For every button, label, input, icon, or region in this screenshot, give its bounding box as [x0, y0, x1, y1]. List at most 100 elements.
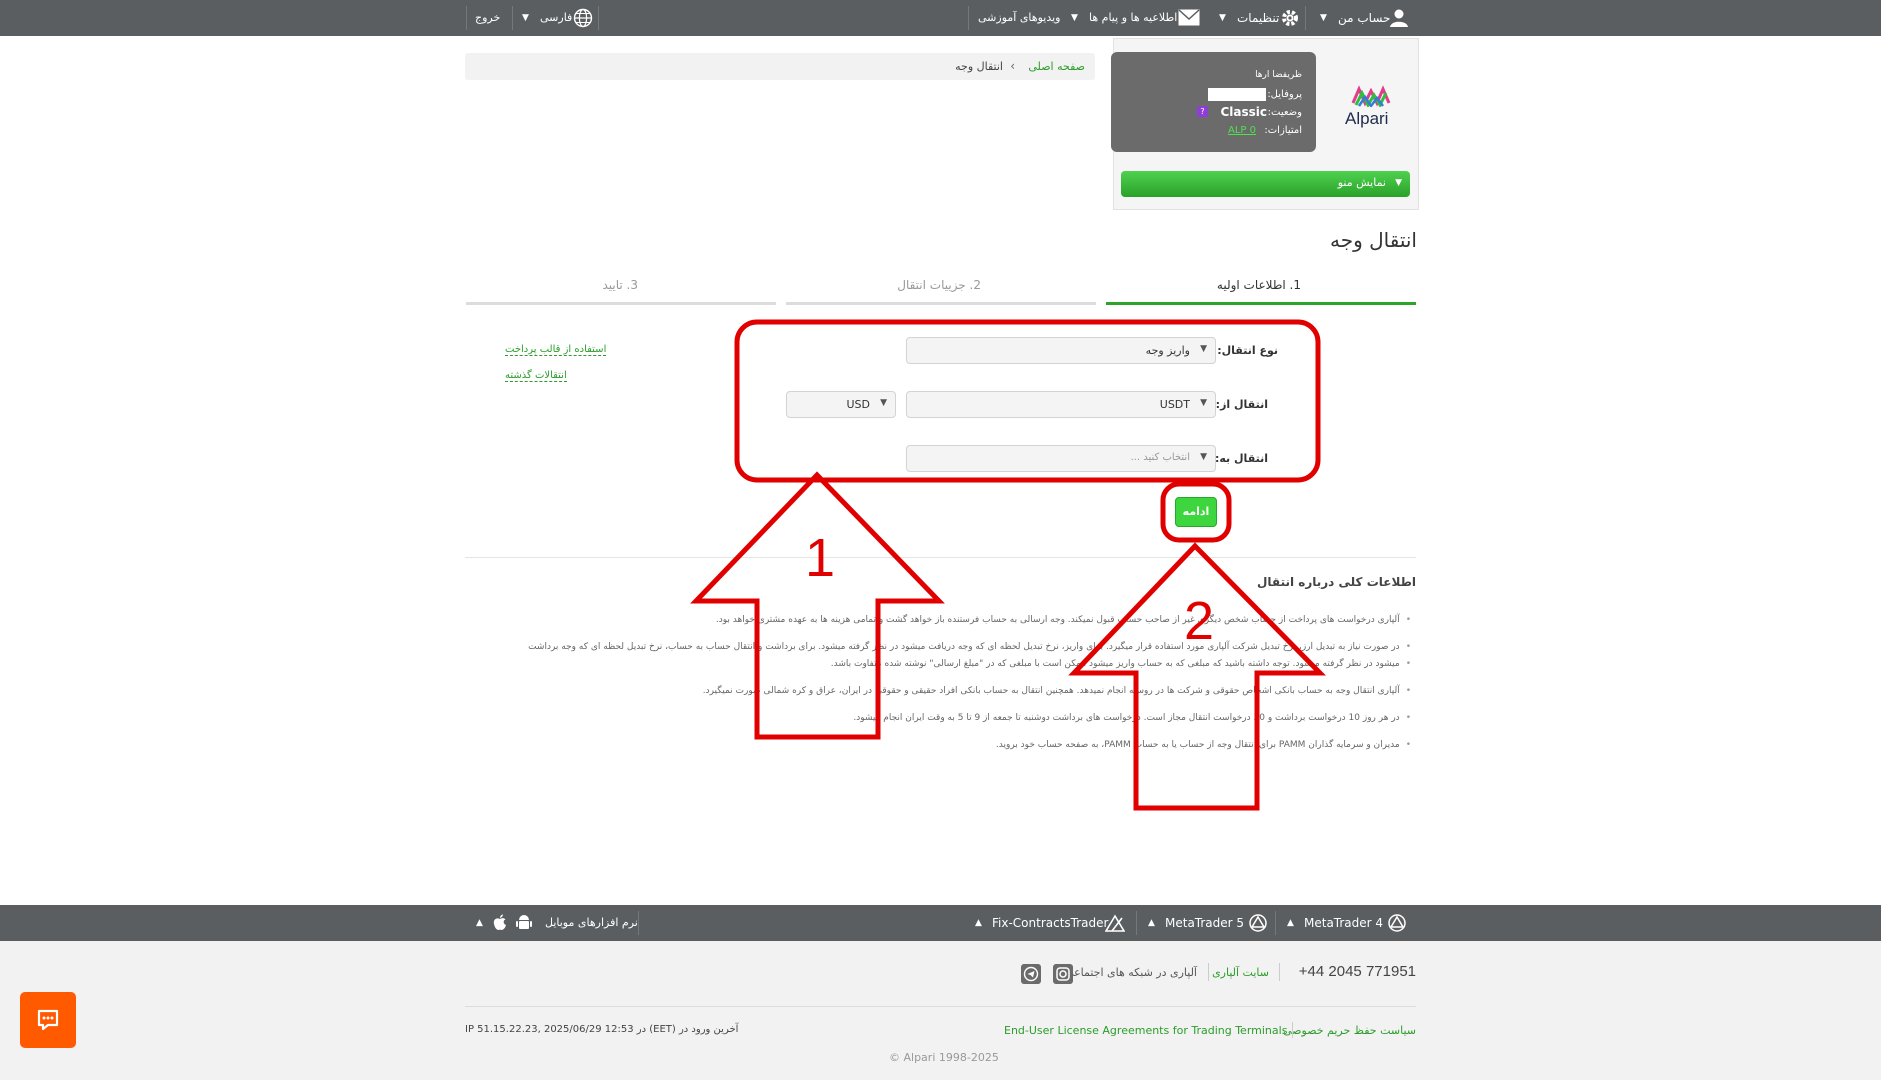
profile-info-box: ظریفضا ارها پروفایل: وضعیت: Classic ? ام… — [1111, 52, 1316, 152]
top-navigation-bar: حساب من ▼ تنظیمات ▼ اطلاعیه ها و پیام ها… — [0, 0, 1881, 36]
settings-menu[interactable]: تنظیمات — [1237, 0, 1279, 36]
currency-select[interactable]: USD ▼ — [786, 391, 896, 418]
footer-divider — [465, 1006, 1416, 1007]
points-label: امتیازات: — [1264, 125, 1302, 136]
page-title: انتقال وجه — [1329, 228, 1417, 252]
metatrader4-link[interactable]: MetaTrader 4 — [1304, 905, 1383, 941]
chat-icon — [36, 1008, 60, 1036]
step-1-indicator — [1106, 302, 1416, 305]
past-transfers-link[interactable]: انتقالات گذشته — [505, 370, 567, 382]
tutorial-videos-link[interactable]: ویدیوهای آموزشی — [978, 0, 1060, 36]
chevron-down-icon[interactable]: ▼ — [1071, 0, 1078, 36]
info-item: آلپاری انتقال وجه به حساب بانکی اشخاص حق… — [471, 683, 1411, 700]
annotation-number-1: 1 — [805, 528, 836, 588]
divider — [1208, 963, 1209, 981]
divider — [466, 6, 467, 30]
info-item-continuation: میشود در نظر گرفته میشود. توجه داشته باش… — [471, 656, 1411, 673]
globe-icon[interactable] — [573, 8, 593, 32]
points-value[interactable]: ALP 0 — [1228, 125, 1256, 136]
chevron-down-icon[interactable]: ▼ — [1219, 0, 1226, 36]
help-icon[interactable]: ? — [1197, 106, 1208, 117]
transfer-type-select[interactable]: واریز وجه ▼ — [906, 337, 1216, 364]
transfer-type-value: واریز وجه — [1145, 344, 1190, 357]
privacy-policy-link[interactable]: سیاست حفظ حریم خصوصی — [1283, 1024, 1416, 1037]
account-menu[interactable]: حساب من — [1338, 0, 1390, 36]
instagram-icon[interactable] — [1053, 964, 1073, 984]
show-menu-label: نمایش منو — [1337, 176, 1386, 189]
info-item: مدیران و سرمایه گذاران PAMM برای انتقال … — [471, 737, 1411, 754]
logout-link[interactable]: خروج — [475, 0, 500, 36]
mobile-apps-link[interactable]: نرم افزارهای موبایل — [545, 905, 638, 941]
divider — [598, 6, 599, 30]
use-payment-template-link[interactable]: استفاده از قالب پرداخت — [505, 344, 607, 356]
chevron-up-icon[interactable]: ▲ — [975, 905, 982, 941]
info-item: آلپاری درخواست های پرداخت از حساب شخص دی… — [471, 612, 1411, 629]
step-1-tab: 1. اطلاعات اولیه — [1216, 278, 1301, 292]
chevron-down-icon[interactable]: ▼ — [1320, 0, 1327, 36]
chevron-up-icon[interactable]: ▲ — [1287, 905, 1294, 941]
transfer-from-select[interactable]: USDT ▼ — [906, 391, 1216, 418]
info-section-title: اطلاعات کلی درباره انتقال — [1257, 575, 1416, 589]
metatrader5-icon[interactable] — [1248, 905, 1268, 941]
chevron-down-icon: ▼ — [880, 398, 887, 408]
transfer-to-placeholder: انتخاب کنید ... — [1130, 452, 1190, 463]
chevron-down-icon: ▼ — [1395, 178, 1402, 188]
apple-icon[interactable] — [492, 905, 508, 941]
chevron-up-icon[interactable]: ▲ — [476, 905, 483, 941]
continue-button[interactable]: ادامه — [1175, 497, 1217, 527]
breadcrumb-home-link[interactable]: صفحه اصلی — [1028, 60, 1085, 73]
user-icon[interactable] — [1389, 8, 1409, 32]
telegram-icon[interactable] — [1021, 964, 1041, 984]
fix-contracts-trader-link[interactable]: Fix-ContractsTrader — [992, 905, 1108, 941]
profile-label: پروفایل: — [1267, 89, 1302, 100]
section-divider — [465, 557, 1416, 558]
chevron-down-icon: ▼ — [1200, 452, 1207, 462]
metatrader4-icon[interactable] — [1387, 905, 1407, 941]
info-item: در صورت نیاز به تبدیل ارز، نرخ تبدیل شرک… — [471, 639, 1411, 656]
trading-platforms-bar: MetaTrader 4 ▲ MetaTrader 5 ▲ Fix-Contra… — [0, 905, 1881, 941]
chevron-up-icon[interactable]: ▲ — [1148, 905, 1155, 941]
language-selector[interactable]: فارسی — [540, 0, 572, 36]
social-networks-label: آلپاری در شبکه های اجتماعی — [1064, 966, 1197, 979]
chevron-down-icon: ▼ — [1200, 398, 1207, 408]
breadcrumb: صفحه اصلی › انتقال وجه — [465, 53, 1095, 80]
live-chat-button[interactable] — [20, 992, 76, 1048]
show-menu-button[interactable]: ▼ نمایش منو — [1121, 171, 1410, 197]
last-login-info: IP 51.15.22.23, 2025/06/29 در 12:53 (EET… — [465, 1024, 739, 1035]
status-value: Classic — [1220, 105, 1267, 119]
envelope-icon[interactable] — [1178, 9, 1200, 30]
transfer-from-value: USDT — [1159, 398, 1190, 411]
phone-number: +44 2045 771951 — [1298, 963, 1416, 980]
transfer-from-label: انتقال از: — [1215, 398, 1268, 411]
divider — [968, 6, 969, 30]
divider — [1292, 1022, 1293, 1038]
transfer-to-select[interactable]: انتخاب کنید ... ▼ — [906, 445, 1216, 472]
transfer-to-label: انتقال به: — [1214, 452, 1268, 465]
alpari-site-link[interactable]: سایت آلپاری — [1212, 966, 1269, 979]
divider — [1275, 911, 1276, 935]
messages-menu[interactable]: اطلاعیه ها و پیام ها — [1089, 0, 1177, 36]
chevron-left-icon: › — [1010, 59, 1015, 73]
alpari-logo[interactable]: Alpari — [1335, 83, 1405, 133]
divider — [1305, 6, 1306, 30]
transfer-type-label: نوع انتقال: — [1217, 344, 1278, 357]
divider — [1279, 963, 1280, 981]
logo-text: Alpari — [1345, 109, 1389, 128]
info-item: در هر روز 10 درخواست برداشت و 30 درخواست… — [471, 710, 1411, 727]
redacted-profile-value — [1208, 88, 1266, 101]
gear-icon[interactable] — [1280, 8, 1300, 32]
divider — [512, 6, 513, 30]
breadcrumb-current: انتقال وجه — [955, 60, 1003, 73]
currency-value: USD — [846, 398, 870, 411]
chevron-down-icon[interactable]: ▼ — [522, 0, 529, 36]
profile-name: ظریفضا ارها — [1255, 70, 1302, 80]
eula-link[interactable]: End-User License Agreements for Trading … — [1004, 1024, 1287, 1037]
step-2-indicator — [786, 302, 1096, 305]
step-3-tab: 3. تایید — [602, 278, 638, 292]
divider — [1136, 911, 1137, 935]
divider — [638, 911, 639, 935]
android-icon[interactable] — [516, 905, 532, 941]
copyright: © Alpari 1998-2025 — [889, 1051, 999, 1064]
chevron-down-icon: ▼ — [1200, 344, 1207, 354]
metatrader5-link[interactable]: MetaTrader 5 — [1165, 905, 1244, 941]
